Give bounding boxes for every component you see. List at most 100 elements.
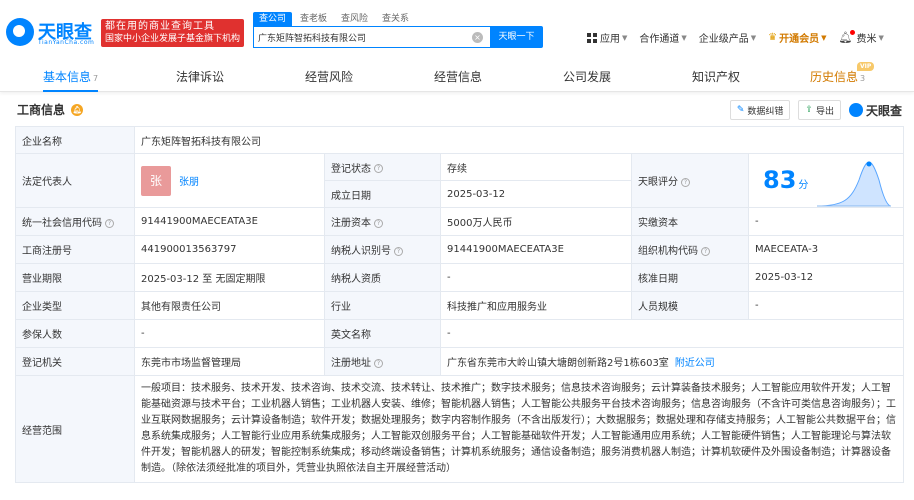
field-label: 人员规模: [631, 291, 749, 320]
logo-domain: TianYanCha.com: [38, 39, 95, 46]
paid-capital-value: -: [747, 207, 905, 236]
tab-label: 历史信息: [810, 70, 859, 84]
tab-label: 基本信息: [43, 70, 92, 84]
field-label: 行业: [324, 291, 441, 320]
field-label: 工商注册号: [15, 235, 135, 264]
score-unit: 分: [798, 180, 809, 191]
nearby-companies-link[interactable]: 附近公司: [675, 358, 715, 369]
promo-banner[interactable]: 都在用的商业查询工具 国家中小企业发展子基金旗下机构: [101, 19, 244, 47]
tab-legal[interactable]: 法律诉讼: [176, 62, 224, 92]
section-title-text: 工商信息: [17, 103, 66, 117]
field-label: 注册地址?: [324, 347, 441, 376]
chevron-down-icon: ▼: [622, 33, 628, 42]
field-label: 参保人数: [15, 319, 135, 348]
monitor-bell-icon[interactable]: 🔔︎: [71, 103, 84, 116]
nav-app-label: 应用: [600, 34, 620, 45]
bell-icon[interactable]: 🔔︎: [839, 30, 855, 44]
help-icon[interactable]: ?: [681, 177, 690, 187]
svg-text:0: 0: [817, 207, 819, 208]
brand-mini-logo: 天眼查: [848, 102, 902, 119]
search-input[interactable]: [254, 27, 464, 47]
table-row: 企业类型 其他有限责任公司 行业 科技推广和应用服务业 人员规模 -: [15, 291, 905, 320]
field-label: 纳税人识别号?: [324, 235, 441, 264]
table-row: 统一社会信用代码? 91441900MAECEATA3E 注册资本? 5000万…: [15, 207, 905, 236]
field-label: 经营范围: [15, 375, 135, 483]
nav-vip[interactable]: ♛ 开通会员 ▼: [768, 30, 826, 45]
table-row: 法定代表人 张张朋 登记状态? 存续 天眼评分? 83 分 0 20 40 60 80 10…: [15, 153, 905, 208]
credit-code-value: 91441900MAECEATA3E: [134, 207, 325, 236]
staff-value: -: [747, 291, 905, 320]
svg-text:20: 20: [829, 207, 833, 208]
search-tab-company[interactable]: 查公司: [253, 12, 293, 26]
search-tab-boss[interactable]: 查老板: [294, 12, 333, 26]
field-label-text: 注册资本: [331, 218, 371, 229]
field-label: 统一社会信用代码?: [15, 207, 135, 236]
nav-enterprise[interactable]: 企业级产品 ▼: [699, 30, 756, 46]
header: 天眼查 TianYanCha.com 都在用的商业查询工具 国家中小企业发展子基…: [0, 0, 914, 62]
tab-operation-info[interactable]: 经营信息: [434, 62, 482, 92]
banner-line1: 都在用的商业查询工具: [105, 21, 215, 32]
clear-icon[interactable]: ×: [472, 32, 483, 43]
taxpayer-no-value: 91441900MAECEATA3E: [440, 235, 632, 264]
detail-tabs: 基本信息 7 法律诉讼 经营风险 经营信息 公司发展 知识产权 历史信息 3: [0, 62, 914, 92]
tab-ip[interactable]: 知识产权: [692, 62, 740, 92]
help-icon[interactable]: ?: [374, 358, 383, 368]
chevron-down-icon: ▼: [878, 33, 884, 42]
tab-label: 经营信息: [434, 70, 483, 84]
field-label-text: 统一社会信用代码: [22, 218, 102, 229]
section-actions: ✎ 数据纠错 ⇪ 导出 天眼查: [722, 100, 902, 120]
nav-user[interactable]: 🔔︎ 费米 ▼: [839, 30, 884, 45]
edit-icon: ✎: [736, 105, 745, 115]
company-name-value: 广东矩阵智拓科技有限公司: [133, 126, 905, 154]
svg-text:40: 40: [841, 207, 845, 208]
search-tab-relation[interactable]: 查关系: [376, 12, 415, 26]
chevron-down-icon: ▼: [681, 33, 687, 42]
export-icon: ⇪: [805, 105, 813, 115]
tab-development[interactable]: 公司发展: [563, 62, 611, 92]
help-icon[interactable]: ?: [105, 218, 114, 228]
tab-label: 法律诉讼: [176, 70, 225, 84]
search-box: ×: [253, 26, 490, 48]
tab-operation-risk[interactable]: 经营风险: [305, 62, 353, 92]
chevron-down-icon: ▼: [821, 33, 827, 42]
avatar[interactable]: 张: [141, 165, 171, 196]
field-label-text: 纳税人识别号: [331, 246, 391, 257]
field-label: 营业期限: [15, 263, 135, 292]
score-value: 83 分: [763, 166, 808, 194]
field-label-text: 登记状态: [331, 163, 371, 175]
help-icon[interactable]: ?: [374, 218, 383, 228]
legal-rep-link[interactable]: 张朋: [179, 177, 199, 188]
field-label-text: 组织机构代码: [638, 246, 698, 257]
nav-app[interactable]: 应用 ▼: [587, 30, 627, 45]
svg-text:100: 100: [879, 207, 885, 208]
nav-partner[interactable]: 合作通道 ▼: [639, 30, 687, 46]
approve-date-value: 2025-03-12: [747, 263, 905, 292]
search-button[interactable]: 天眼一下: [490, 26, 543, 48]
export-button[interactable]: ⇪ 导出: [798, 100, 841, 120]
search-type-tabs: 查公司 查老板 查风险 查关系: [253, 12, 417, 26]
address-cell: 广东省东莞市大岭山镇大塘朗创新路2号1栋603室 附近公司: [439, 347, 905, 376]
taxpayer-qual-value: -: [440, 263, 632, 292]
field-label: 核准日期: [631, 263, 749, 292]
field-label: 英文名称: [324, 319, 441, 348]
business-scope-value: 一般项目：技术服务、技术开发、技术咨询、技术交流、技术转让、技术推广；数字技术服…: [133, 375, 905, 483]
type-value: 其他有限责任公司: [134, 291, 325, 320]
table-row: 参保人数 - 英文名称 -: [15, 319, 905, 348]
tab-basic-info[interactable]: 基本信息 7: [43, 62, 99, 92]
logo-eye-icon: [6, 18, 34, 46]
logo-eye-icon: [848, 103, 863, 117]
help-icon[interactable]: ?: [374, 164, 383, 173]
reg-no-value: 441900013563797: [134, 235, 325, 264]
industry-value: 科技推广和应用服务业: [440, 291, 632, 320]
search-tab-risk[interactable]: 查风险: [335, 12, 374, 26]
table-row: 工商注册号 441900013563797 纳税人识别号? 91441900MA…: [15, 235, 905, 264]
table-row: 登记机关 东莞市市场监督管理局 注册地址? 广东省东莞市大岭山镇大塘朗创新路2号…: [15, 347, 905, 376]
field-label: 组织机构代码?: [631, 235, 749, 264]
score-cell[interactable]: 83 分 0 20 40 60 80 100: [747, 153, 905, 208]
data-correction-button[interactable]: ✎ 数据纠错: [729, 100, 791, 120]
help-icon[interactable]: ?: [394, 246, 403, 256]
svg-text:80: 80: [865, 207, 869, 208]
help-icon[interactable]: ?: [701, 246, 710, 256]
tianyancha-logo[interactable]: 天眼查 TianYanCha.com: [6, 18, 96, 48]
section-title: 工商信息 🔔︎: [17, 101, 84, 118]
